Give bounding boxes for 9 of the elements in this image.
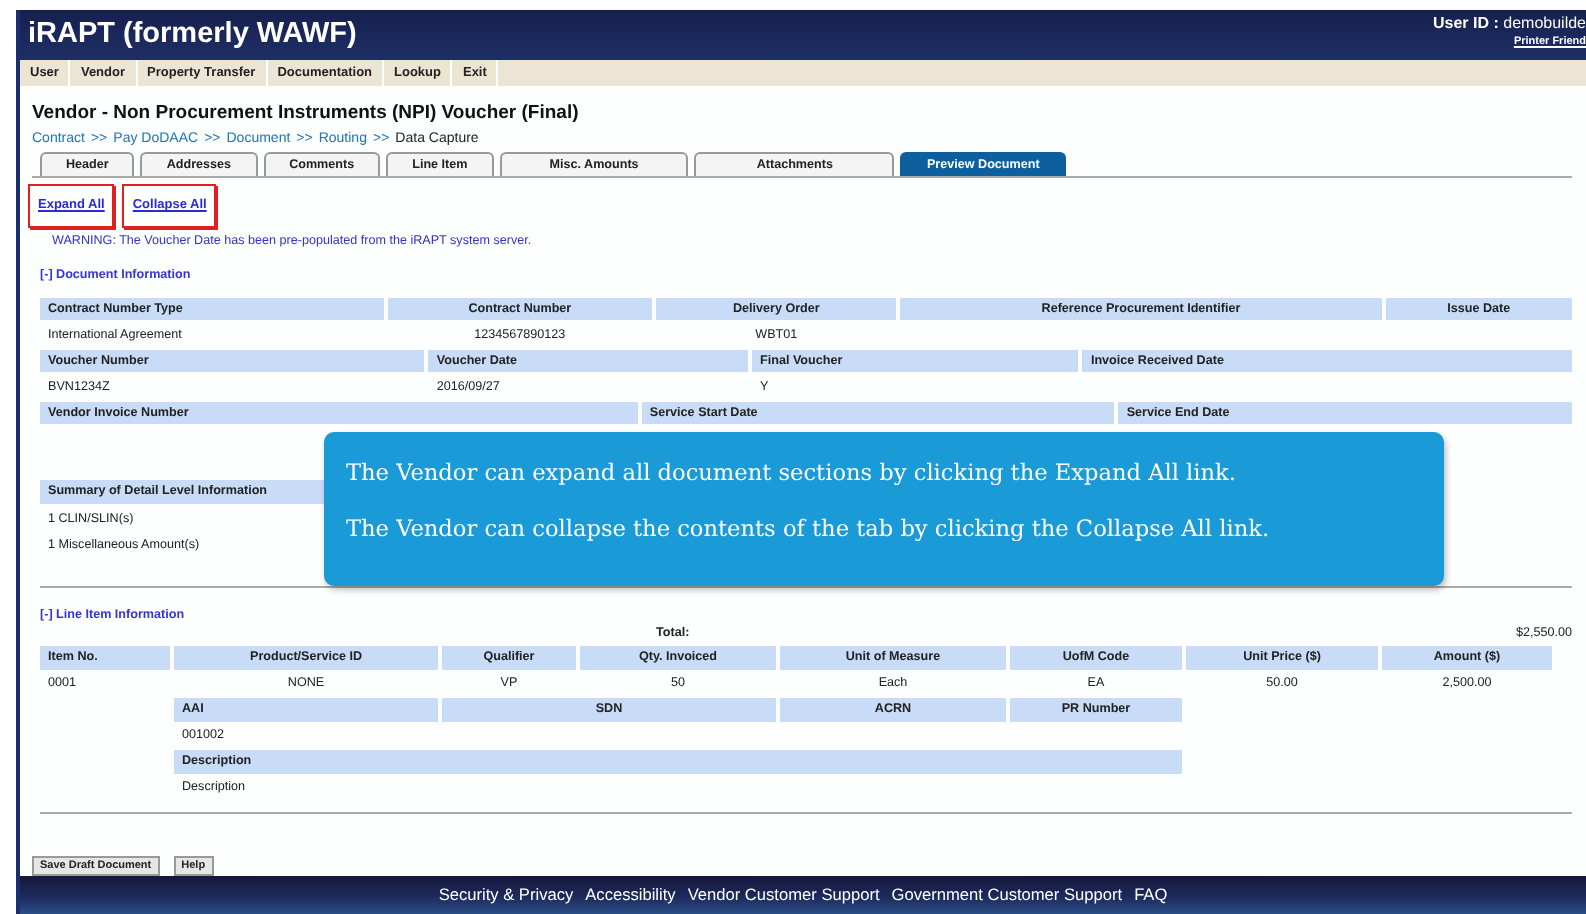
footer-link[interactable]: Government Customer Support [891, 881, 1123, 914]
app-title: iRAPT (formerly WAWF) [28, 16, 357, 54]
footer-link[interactable]: Security & Privacy [438, 881, 574, 914]
user-id: User ID : demobuilde [1433, 14, 1586, 32]
footer-link[interactable]: FAQ [1134, 881, 1168, 914]
footer-link[interactable]: Vendor Customer Support [687, 881, 880, 914]
page-title: Vendor - Non Procurement Instruments (NPI) Voucher (Final) [32, 102, 581, 124]
footer-link[interactable]: Accessibility [585, 881, 676, 914]
callout-text: The Vendor can collapse the contents of the tab by clicking the Collapse All link. [346, 514, 1272, 546]
